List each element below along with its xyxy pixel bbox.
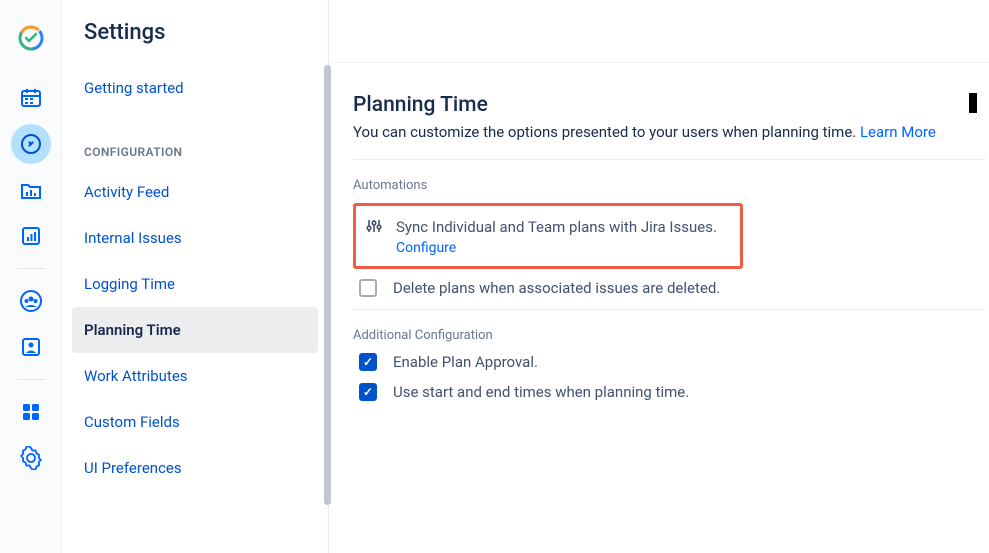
rail-divider (17, 268, 45, 269)
settings-sidebar: Settings Getting started CONFIGURATION A… (62, 0, 328, 553)
app-rail (0, 0, 62, 553)
calendar-icon[interactable] (11, 78, 51, 118)
sync-label: Sync Individual and Team plans with Jira… (396, 218, 717, 236)
panel-subtitle: You can customize the options presented … (353, 123, 989, 141)
content-panel: Planning Time You can customize the opti… (329, 62, 989, 553)
enable-approval-row[interactable]: Enable Plan Approval. (353, 353, 989, 371)
enable-approval-checkbox[interactable] (359, 353, 377, 371)
team-icon[interactable] (11, 281, 51, 321)
sidebar-item-ui-preferences[interactable]: UI Preferences (72, 445, 318, 491)
sidebar-item-getting-started[interactable]: Getting started (72, 65, 318, 111)
use-times-checkbox[interactable] (359, 383, 377, 401)
delete-plans-checkbox[interactable] (359, 279, 377, 297)
planning-icon[interactable] (11, 124, 51, 164)
learn-more-link[interactable]: Learn More (860, 123, 936, 141)
delete-plans-label: Delete plans when associated issues are … (393, 279, 720, 297)
use-times-label: Use start and end times when planning ti… (393, 383, 689, 401)
configure-link[interactable]: Configure (396, 240, 717, 256)
enable-approval-label: Enable Plan Approval. (393, 353, 538, 371)
user-icon[interactable] (11, 327, 51, 367)
automations-label: Automations (353, 178, 989, 193)
reports-icon[interactable] (11, 216, 51, 256)
panel-title: Planning Time (353, 93, 989, 117)
folder-chart-icon[interactable] (11, 170, 51, 210)
panel-subtitle-text: You can customize the options presented … (353, 123, 860, 141)
settings-gear-icon[interactable] (11, 438, 51, 478)
sidebar-item-activity-feed[interactable]: Activity Feed (72, 169, 318, 215)
rail-logo[interactable] (11, 18, 51, 58)
sidebar-item-planning-time[interactable]: Planning Time (72, 307, 318, 353)
text-cursor-artifact (969, 93, 977, 113)
use-times-row[interactable]: Use start and end times when planning ti… (353, 383, 989, 401)
apps-icon[interactable] (11, 392, 51, 432)
additional-config-label: Additional Configuration (353, 328, 989, 343)
delete-plans-row[interactable]: Delete plans when associated issues are … (353, 279, 989, 297)
sidebar-group-configuration: CONFIGURATION (72, 111, 318, 169)
sync-highlight: Sync Individual and Team plans with Jira… (353, 203, 743, 269)
sliders-icon (366, 218, 382, 238)
page-title: Settings (84, 20, 304, 45)
sidebar-item-work-attributes[interactable]: Work Attributes (72, 353, 318, 399)
sidebar-item-internal-issues[interactable]: Internal Issues (72, 215, 318, 261)
sidebar-item-custom-fields[interactable]: Custom Fields (72, 399, 318, 445)
sidebar-item-logging-time[interactable]: Logging Time (72, 261, 318, 307)
rail-divider (17, 379, 45, 380)
